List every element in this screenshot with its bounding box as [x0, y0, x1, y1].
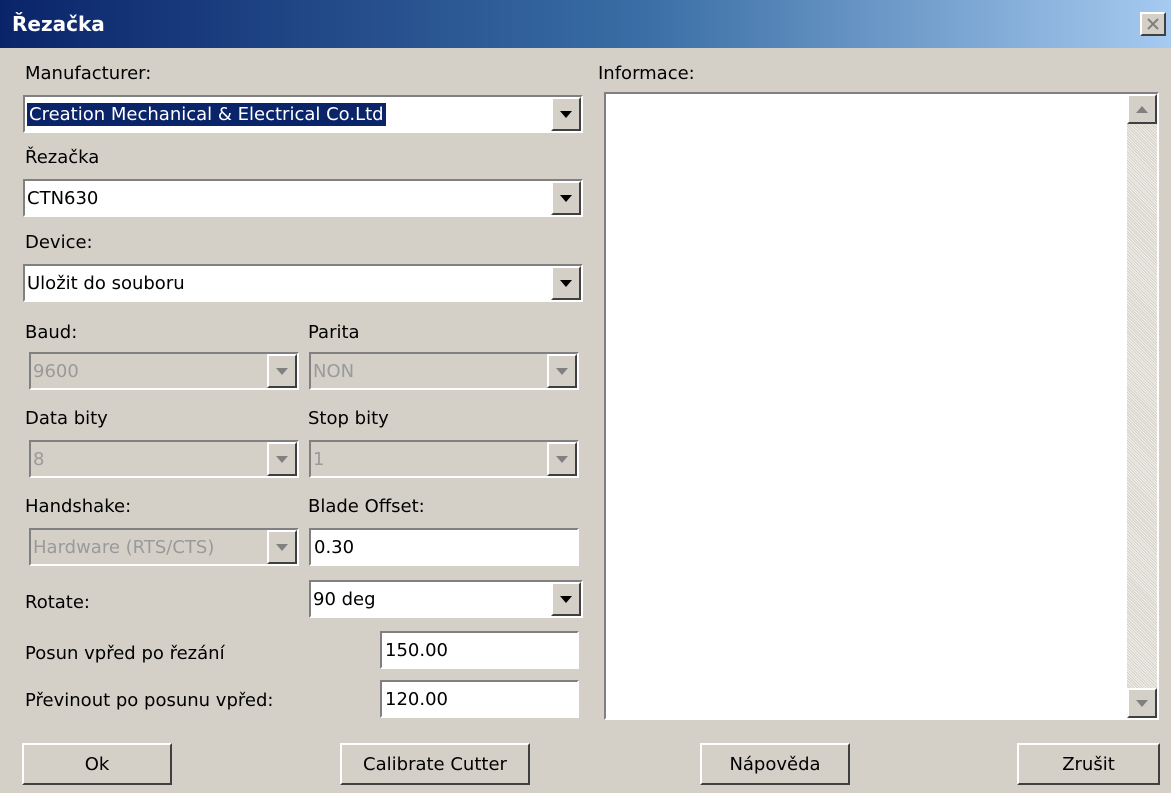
help-button[interactable]: Nápověda: [700, 743, 850, 785]
chevron-down-icon: [560, 595, 572, 603]
baud-value: 9600: [33, 360, 79, 382]
cutter-value: CTN630: [27, 187, 99, 209]
feed-after-cut-input[interactable]: 150.00: [380, 631, 579, 669]
baud-dropdown-button[interactable]: [267, 354, 297, 388]
scroll-down-button[interactable]: [1127, 688, 1157, 718]
databits-dropdown-button[interactable]: [267, 442, 297, 476]
rewind-after-feed-label: Převinout po posunu vpřed:: [25, 690, 274, 711]
blade-offset-label: Blade Offset:: [308, 496, 425, 517]
parity-dropdown-button[interactable]: [547, 354, 577, 388]
chevron-down-icon: [556, 455, 568, 463]
device-value: Uložit do souboru: [27, 272, 185, 294]
feed-after-cut-label: Posun vpřed po řezání: [25, 643, 225, 664]
baud-label: Baud:: [25, 322, 78, 343]
blade-offset-input[interactable]: 0.30: [309, 528, 579, 566]
rotate-select[interactable]: 90 deg: [309, 580, 583, 618]
close-button[interactable]: [1140, 12, 1166, 36]
chevron-down-icon: [560, 194, 572, 202]
device-label: Device:: [25, 232, 93, 253]
handshake-select[interactable]: Hardware (RTS/CTS): [29, 528, 299, 566]
parity-label: Parita: [308, 322, 360, 343]
cutter-label: Řezačka: [25, 147, 100, 168]
rotate-label: Rotate:: [25, 592, 90, 613]
baud-select[interactable]: 9600: [29, 352, 299, 390]
cutter-select[interactable]: CTN630: [23, 179, 583, 217]
stopbits-select[interactable]: 1: [309, 440, 579, 478]
handshake-value: Hardware (RTS/CTS): [33, 536, 215, 558]
chevron-down-icon: [276, 455, 288, 463]
parity-select[interactable]: NON: [309, 352, 579, 390]
close-icon: [1147, 18, 1159, 30]
chevron-down-icon: [556, 367, 568, 375]
databits-value: 8: [33, 448, 45, 470]
chevron-down-icon: [560, 279, 572, 287]
chevron-down-icon: [276, 367, 288, 375]
rotate-value: 90 deg: [313, 588, 376, 610]
device-select[interactable]: Uložit do souboru: [23, 264, 583, 302]
chevron-down-icon: [276, 543, 288, 551]
stopbits-dropdown-button[interactable]: [547, 442, 577, 476]
title-bar: Řezačka: [0, 0, 1171, 48]
info-textarea[interactable]: [604, 92, 1159, 720]
manufacturer-value: Creation Mechanical & Electrical Co.Ltd: [27, 102, 386, 126]
arrow-up-icon: [1136, 105, 1148, 113]
calibrate-cutter-button[interactable]: Calibrate Cutter: [340, 743, 530, 785]
device-dropdown-button[interactable]: [551, 266, 581, 300]
handshake-label: Handshake:: [25, 496, 132, 517]
parity-value: NON: [313, 360, 355, 382]
handshake-dropdown-button[interactable]: [267, 530, 297, 564]
stopbits-label: Stop bity: [308, 408, 389, 429]
window-title: Řezačka: [12, 12, 105, 36]
ok-button[interactable]: Ok: [22, 743, 172, 785]
rotate-dropdown-button[interactable]: [551, 582, 581, 616]
stopbits-value: 1: [313, 448, 325, 470]
manufacturer-label: Manufacturer:: [25, 63, 152, 84]
manufacturer-select[interactable]: Creation Mechanical & Electrical Co.Ltd: [23, 95, 583, 133]
arrow-down-icon: [1136, 699, 1148, 707]
databits-label: Data bity: [25, 408, 108, 429]
chevron-down-icon: [560, 110, 572, 118]
cutter-dropdown-button[interactable]: [551, 181, 581, 215]
manufacturer-dropdown-button[interactable]: [551, 97, 581, 131]
scroll-up-button[interactable]: [1127, 94, 1157, 124]
info-scrollbar[interactable]: [1127, 94, 1157, 718]
rewind-after-feed-input[interactable]: 120.00: [380, 680, 579, 718]
databits-select[interactable]: 8: [29, 440, 299, 478]
info-label: Informace:: [598, 63, 695, 84]
cancel-button[interactable]: Zrušit: [1017, 743, 1160, 785]
